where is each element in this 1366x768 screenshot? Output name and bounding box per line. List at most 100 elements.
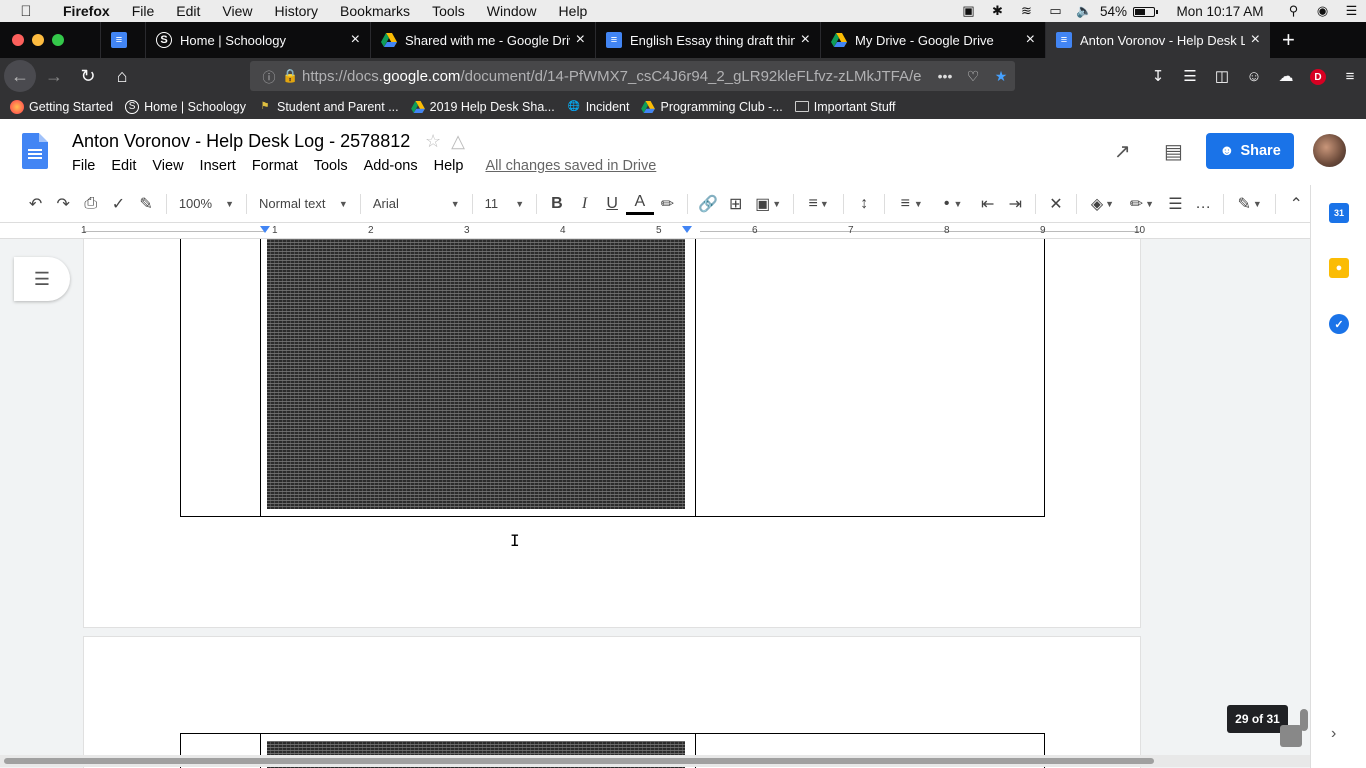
- bulleted-list-icon[interactable]: • ▼: [932, 190, 973, 218]
- save-status-link[interactable]: All changes saved in Drive: [477, 158, 664, 174]
- spellcheck-icon[interactable]: ✓: [105, 190, 133, 218]
- style-dropdown[interactable]: Normal text ▼: [253, 190, 354, 218]
- minimize-window-button[interactable]: [32, 34, 44, 46]
- italic-button[interactable]: I: [571, 190, 599, 218]
- move-to-drive-icon[interactable]: △: [451, 131, 465, 152]
- wifi-icon[interactable]: ≋: [1012, 3, 1041, 19]
- bookmark-schoology[interactable]: S Home | Schoology: [125, 99, 246, 114]
- calendar-icon[interactable]: 31: [1329, 203, 1349, 223]
- document-page[interactable]: [84, 637, 1140, 768]
- redo-icon[interactable]: ↷: [49, 190, 77, 218]
- back-button[interactable]: ←: [4, 60, 36, 92]
- menu-help[interactable]: Help: [548, 3, 599, 19]
- account-avatar-icon[interactable]: D: [1302, 67, 1334, 86]
- notification-center-icon[interactable]: ☰: [1337, 3, 1366, 19]
- align-left-icon[interactable]: ≡ ▼: [800, 190, 837, 218]
- user-avatar[interactable]: [1313, 134, 1346, 167]
- menu-tools[interactable]: Tools: [421, 3, 476, 19]
- bold-button[interactable]: B: [543, 190, 571, 218]
- close-tab-icon[interactable]: ×: [351, 31, 360, 49]
- reload-button[interactable]: ↻: [72, 60, 104, 92]
- zoom-window-button[interactable]: [52, 34, 64, 46]
- library-icon[interactable]: ☰: [1174, 67, 1206, 85]
- menu-window[interactable]: Window: [476, 3, 548, 19]
- cell-background-color-icon[interactable]: ◈ ▼: [1083, 190, 1122, 218]
- right-indent-marker[interactable]: [682, 226, 692, 233]
- document-title[interactable]: Anton Voronov - Help Desk Log - 2578812: [72, 131, 410, 152]
- document-canvas[interactable]: ☰ I 29 of 31: [0, 239, 1310, 768]
- menubar-clock[interactable]: Mon 10:17 AM: [1161, 4, 1279, 19]
- tab-my-drive[interactable]: My Drive - Google Drive ×: [820, 22, 1045, 58]
- url-text[interactable]: https://docs.google.com/document/d/14-Pf…: [302, 68, 931, 85]
- site-info-icon[interactable]: ⓘ: [256, 67, 282, 86]
- decrease-indent-icon[interactable]: ⇤: [974, 190, 1002, 218]
- docs-menu-tools[interactable]: Tools: [306, 158, 356, 174]
- font-dropdown[interactable]: Arial ▼: [367, 190, 466, 218]
- tab-shared-with-me[interactable]: Shared with me - Google Drive ×: [370, 22, 595, 58]
- zoom-dropdown[interactable]: 100% ▼: [173, 190, 240, 218]
- menu-history[interactable]: History: [263, 3, 329, 19]
- downloads-icon[interactable]: ↧: [1142, 67, 1174, 85]
- clear-formatting-icon[interactable]: ✕: [1042, 190, 1070, 218]
- battery-percent[interactable]: 54%: [1099, 4, 1127, 19]
- menu-view[interactable]: View: [211, 3, 263, 19]
- star-icon[interactable]: ☆: [425, 131, 441, 152]
- google-docs-logo-icon[interactable]: [22, 133, 48, 169]
- editing-mode-icon[interactable]: ✎ ▼: [1230, 190, 1269, 218]
- menu-bookmarks[interactable]: Bookmarks: [329, 3, 421, 19]
- keep-icon[interactable]: ●: [1329, 258, 1349, 278]
- tasks-icon[interactable]: ✓: [1329, 314, 1349, 334]
- hamburger-menu-icon[interactable]: ≡: [1334, 68, 1366, 85]
- share-button[interactable]: ☻ Share: [1206, 133, 1294, 169]
- close-tab-icon[interactable]: ×: [801, 31, 810, 49]
- dropbox-icon[interactable]: ▣: [954, 3, 983, 19]
- home-button[interactable]: ⌂: [106, 60, 138, 92]
- url-bar[interactable]: ⓘ 🔒 https://docs.google.com/document/d/1…: [250, 61, 1015, 91]
- bookmark-getting-started[interactable]: Getting Started: [10, 99, 113, 114]
- bookmark-incident[interactable]: 🌐 Incident: [567, 100, 629, 114]
- account-icon[interactable]: ☺: [1238, 68, 1270, 85]
- print-icon[interactable]: ⎙: [77, 190, 105, 218]
- bookmark-help-desk-sha[interactable]: 2019 Help Desk Sha...: [410, 100, 555, 114]
- border-color-icon[interactable]: ✏ ▼: [1122, 190, 1161, 218]
- spotlight-search-icon[interactable]: ⚲: [1279, 3, 1308, 19]
- document-outline-icon[interactable]: ☰: [14, 257, 70, 301]
- extension-icon[interactable]: ☁: [1270, 67, 1302, 85]
- font-size-dropdown[interactable]: 11 ▼: [479, 190, 530, 218]
- tab-schoology[interactable]: S Home | Schoology ×: [145, 22, 370, 58]
- tab-pinned-docs[interactable]: ≡: [100, 22, 145, 58]
- insert-comment-icon[interactable]: ⊞: [722, 190, 750, 218]
- bookmark-star-icon[interactable]: ★: [987, 68, 1015, 85]
- close-tab-icon[interactable]: ×: [576, 31, 585, 49]
- horizontal-scrollbar[interactable]: [0, 755, 1310, 767]
- close-tab-icon[interactable]: ×: [1026, 31, 1035, 49]
- bookmark-student-parent[interactable]: ⚑ Student and Parent ...: [258, 100, 399, 114]
- docs-menu-insert[interactable]: Insert: [192, 158, 244, 174]
- close-tab-icon[interactable]: ×: [1251, 31, 1260, 49]
- numbered-list-icon[interactable]: ≡ ▼: [891, 190, 932, 218]
- page-actions-button[interactable]: •••: [931, 68, 959, 84]
- highlight-color-icon[interactable]: ✏: [654, 190, 682, 218]
- underline-button[interactable]: U: [598, 190, 626, 218]
- undo-icon[interactable]: ↶: [22, 190, 50, 218]
- docs-menu-view[interactable]: View: [144, 158, 191, 174]
- insert-image-icon[interactable]: ▣ ▼: [749, 190, 786, 218]
- bookmark-important-stuff[interactable]: Important Stuff: [794, 100, 896, 114]
- screenshot-image[interactable]: [267, 239, 685, 509]
- line-spacing-icon[interactable]: ↕: [850, 190, 878, 218]
- battery-icon[interactable]: [1127, 4, 1161, 19]
- border-dash-icon[interactable]: …: [1189, 190, 1217, 218]
- sidebar-icon[interactable]: ◫: [1206, 67, 1238, 85]
- document-page[interactable]: [84, 239, 1140, 627]
- forward-button[interactable]: →: [38, 60, 70, 92]
- docs-menu-addons[interactable]: Add-ons: [356, 158, 426, 174]
- airplay-icon[interactable]: ▭: [1041, 3, 1070, 19]
- activity-dashboard-icon[interactable]: ↗: [1114, 139, 1131, 164]
- siri-icon[interactable]: ◉: [1308, 3, 1337, 19]
- explore-icon[interactable]: [1280, 725, 1302, 747]
- bluetooth-icon[interactable]: ✱: [983, 3, 1012, 19]
- docs-menu-edit[interactable]: Edit: [103, 158, 144, 174]
- horizontal-scrollbar-thumb[interactable]: [4, 758, 1154, 764]
- comments-icon[interactable]: ▤: [1164, 139, 1183, 164]
- docs-menu-file[interactable]: File: [64, 158, 103, 174]
